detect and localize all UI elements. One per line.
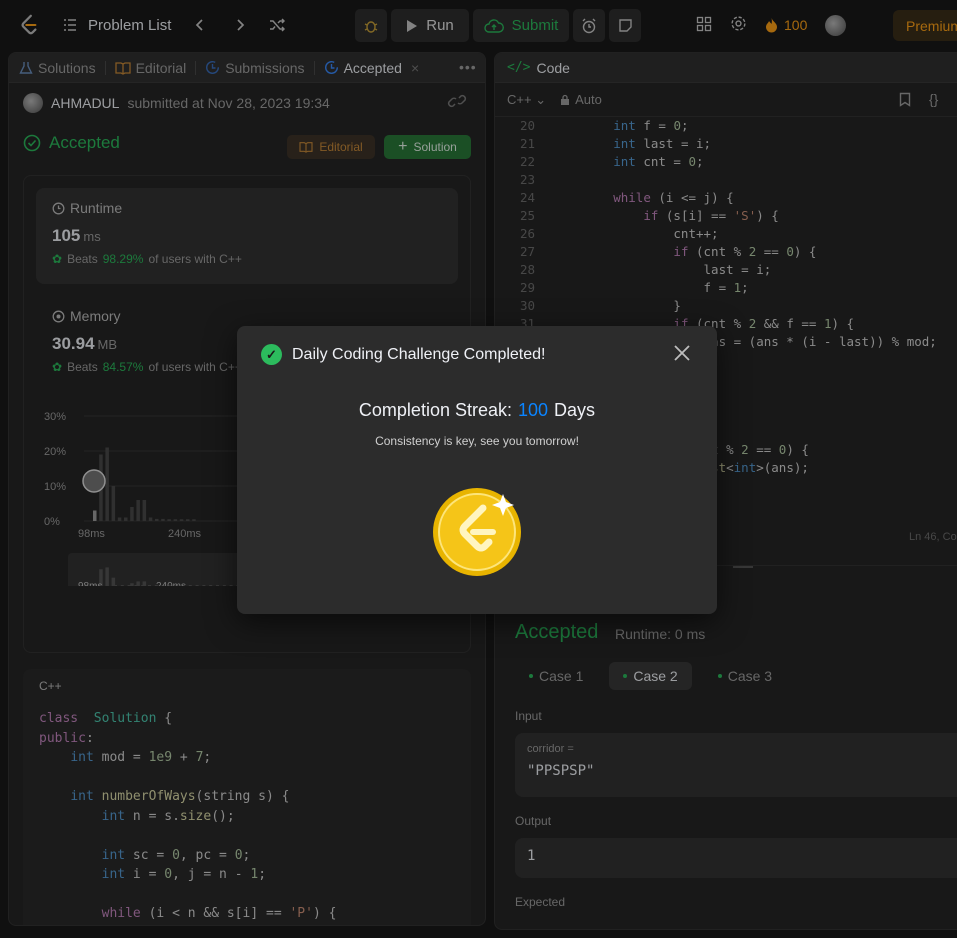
modal-tagline: Consistency is key, see you tomorrow! xyxy=(375,434,579,448)
check-circle-icon: ✓ xyxy=(261,344,282,365)
completion-streak: Completion Streak: 100 Days xyxy=(237,400,717,421)
close-icon[interactable] xyxy=(671,344,693,366)
streak-days-count: 100 xyxy=(518,400,549,420)
streak-suffix: Days xyxy=(554,400,596,420)
streak-prefix: Completion Streak: xyxy=(358,400,512,420)
gold-coin-icon xyxy=(433,488,521,576)
daily-challenge-modal: ✓ Daily Coding Challenge Completed! Comp… xyxy=(237,326,717,614)
modal-title-row: ✓ Daily Coding Challenge Completed! xyxy=(261,344,545,365)
modal-title: Daily Coding Challenge Completed! xyxy=(292,345,546,363)
